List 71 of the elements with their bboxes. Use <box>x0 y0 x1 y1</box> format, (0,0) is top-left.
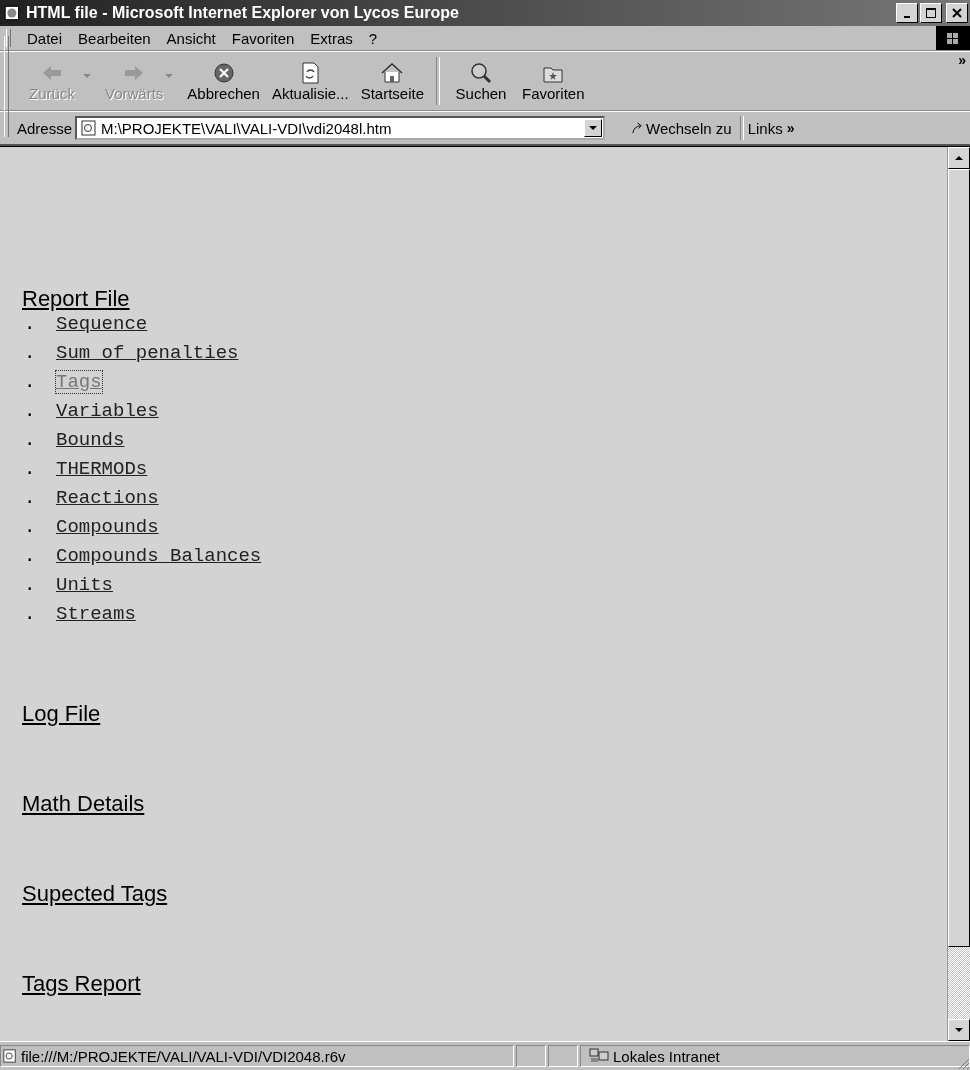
maximize-icon <box>926 8 936 18</box>
section-link[interactable]: Report File <box>22 285 130 313</box>
menu-item[interactable]: Extras <box>302 29 361 47</box>
report-link[interactable]: Sum of penalties <box>56 342 239 364</box>
status-text: file:///M:/PROJEKTE/VALI/VALI-VDI/VDI2048.r6v <box>21 1047 346 1065</box>
status-pane <box>548 1045 578 1067</box>
vertical-scrollbar[interactable] <box>947 147 970 1041</box>
section-link[interactable]: Log File <box>22 700 101 728</box>
bullet: . <box>23 545 37 567</box>
page-icon <box>3 1049 17 1063</box>
report-link[interactable]: Compounds <box>56 516 159 538</box>
house-icon <box>380 60 405 85</box>
report-link[interactable]: Units <box>56 574 113 596</box>
scroll-up-icon <box>955 156 963 160</box>
bullet: . <box>23 313 37 335</box>
section-link[interactable]: Supected Tags <box>22 880 168 908</box>
report-link[interactable]: Sequence <box>56 313 148 335</box>
resize-grip-icon[interactable] <box>956 1056 970 1070</box>
bullet: . <box>23 371 37 393</box>
menu-item[interactable]: Datei <box>19 29 71 47</box>
more-chevron[interactable]: » <box>958 52 966 68</box>
toolbar-button[interactable]: Suchen <box>446 58 516 104</box>
bullet: . <box>23 400 37 422</box>
report-link[interactable]: Streams <box>56 603 136 625</box>
status-pane <box>516 1045 546 1067</box>
network-computers-icon <box>589 1048 609 1064</box>
menu-item[interactable]: Favoriten <box>223 29 303 47</box>
window-title: HTML file - Microsoft Internet Explorer von Lycos Europe <box>26 4 460 22</box>
close-icon <box>952 8 962 18</box>
toolbar-button[interactable]: Favoriten <box>516 58 591 104</box>
globe-page-icon <box>4 4 22 22</box>
bullet: . <box>23 603 37 625</box>
report-link[interactable]: THERMODs <box>56 458 148 480</box>
report-link[interactable]: Reactions <box>56 487 159 509</box>
dropdown-button[interactable] <box>584 119 603 137</box>
maximize-button[interactable] <box>920 3 942 23</box>
more-chevron[interactable]: » <box>786 120 795 136</box>
minimize-icon <box>904 16 910 18</box>
bullet: . <box>23 458 37 480</box>
toolbar-button[interactable]: Startseite <box>354 58 430 104</box>
bullet: . <box>23 574 37 596</box>
bullet: . <box>23 487 37 509</box>
report-link[interactable]: Bounds <box>56 429 125 451</box>
close-button[interactable] <box>946 3 968 23</box>
report-link[interactable]: Compounds_Balances <box>56 545 262 567</box>
toolbar-button[interactable]: Aktualisie... <box>265 58 355 104</box>
caret-icon <box>589 126 598 130</box>
security-zone: Lokales Intranet <box>613 1047 720 1065</box>
address-text: M:\PROJEKTE\VALI\VALI-VDI\vdi2048l.htm <box>101 119 393 137</box>
address-field[interactable]: M:\PROJEKTE\VALI\VALI-VDI\vdi2048l.htm <box>75 116 606 140</box>
section-link[interactable]: Tags Report <box>22 970 141 998</box>
stop-icon <box>211 60 236 85</box>
minimize-button[interactable] <box>896 3 918 23</box>
toolbar-button[interactable]: Abbrechen <box>181 58 266 104</box>
page-icon <box>81 120 98 136</box>
report-link[interactable]: Variables <box>56 400 159 422</box>
bullet: . <box>23 429 37 451</box>
menu-item[interactable]: Ansicht <box>158 29 224 47</box>
links-button[interactable]: Links <box>747 119 783 137</box>
address-label: Adresse <box>17 119 73 137</box>
menu-item[interactable]: ? <box>360 29 386 47</box>
scroll-down-icon <box>955 1028 963 1032</box>
bullet: . <box>23 516 37 538</box>
scrollbar-thumb[interactable] <box>948 169 970 947</box>
menu-item[interactable]: Bearbeiten <box>70 29 159 47</box>
go-button[interactable]: Wechseln zu <box>627 119 736 137</box>
search-icon <box>469 60 493 85</box>
windows-logo-icon <box>936 26 970 50</box>
bullet: . <box>23 342 37 364</box>
curved-arrow-icon <box>631 121 645 135</box>
section-link[interactable]: Math Details <box>22 790 145 818</box>
